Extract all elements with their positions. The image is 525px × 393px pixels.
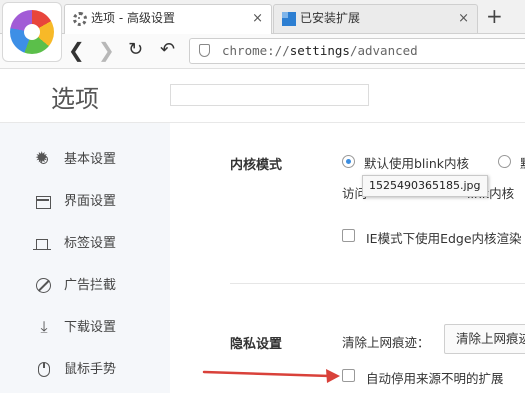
sidebar-item-tabs[interactable]: 标签设置	[0, 229, 170, 259]
settings-content: 内核模式 默认使用blink内核 默 访问 link内核 15254903651…	[170, 123, 525, 393]
tab-installed-extensions[interactable]: 已安装扩展 ×	[273, 4, 478, 33]
block-icon	[36, 278, 51, 293]
auto-disable-extensions-label: 自动停用来源不明的扩展	[366, 371, 504, 386]
browser-logo[interactable]	[2, 2, 62, 62]
annotation-arrow	[202, 369, 340, 383]
tab-label: 选项 - 高级设置	[91, 11, 175, 25]
page-title: 选项	[51, 85, 99, 113]
browser-logo-icon	[10, 10, 54, 54]
filename-tooltip: 1525490365185.jpg	[362, 175, 488, 197]
settings-header: 选项	[0, 69, 525, 123]
sidebar-item-label: 基本设置	[64, 152, 117, 167]
ie-edge-label: IE模式下使用Edge内核渲染	[366, 231, 522, 246]
close-icon[interactable]: ×	[252, 5, 263, 32]
shield-icon	[199, 44, 210, 57]
tab-label: 已安装扩展	[300, 11, 361, 25]
extension-icon	[282, 12, 296, 26]
radio-second-option[interactable]	[498, 155, 511, 168]
close-icon[interactable]: ×	[458, 5, 469, 32]
tab-icon	[33, 239, 51, 250]
clear-history-label: 清除上网痕迹：	[342, 335, 430, 350]
sidebar-item-download[interactable]: ⤓ 下载设置	[0, 313, 170, 343]
clear-history-button[interactable]: 清除上网痕迹	[444, 324, 525, 354]
option-second-label: 默	[520, 153, 525, 172]
toolbar: ❮ ❯ ↻ ↶ chrome://settings/advanced	[0, 34, 525, 69]
sun-icon	[35, 148, 48, 167]
reload-button[interactable]: ↻	[128, 37, 143, 63]
sidebar: 基本设置 界面设置 标签设置 广告拦截 ⤓ 下载设置 鼠标手势	[0, 123, 170, 393]
ie-edge-checkbox[interactable]	[342, 229, 355, 242]
sidebar-item-adblock[interactable]: 广告拦截	[0, 271, 170, 301]
address-bar[interactable]: chrome://settings/advanced	[189, 38, 525, 64]
search-input[interactable]	[170, 84, 369, 106]
tab-strip: 选项 - 高级设置 × 已安装扩展 × +	[0, 0, 525, 34]
tab-advanced-settings[interactable]: 选项 - 高级设置 ×	[64, 4, 272, 34]
sidebar-item-label: 广告拦截	[64, 278, 117, 293]
sidebar-item-basic[interactable]: 基本设置	[0, 145, 170, 175]
new-tab-button[interactable]: +	[486, 4, 503, 28]
back-button[interactable]: ❮	[68, 37, 85, 63]
section-divider	[230, 283, 525, 284]
window-icon	[36, 196, 51, 209]
mouse-icon	[38, 362, 50, 377]
sidebar-item-label: 下载设置	[64, 320, 117, 335]
undo-button[interactable]: ↶	[160, 37, 175, 63]
option-default-blink-label: 默认使用blink内核	[364, 156, 470, 171]
download-icon: ⤓	[40, 317, 48, 336]
gear-icon	[73, 12, 87, 26]
sidebar-item-interface[interactable]: 界面设置	[0, 187, 170, 217]
privacy-settings-title: 隐私设置	[230, 337, 283, 352]
kernel-mode-title: 内核模式	[230, 158, 283, 173]
sidebar-item-label: 标签设置	[64, 236, 117, 251]
url-text: chrome://settings/advanced	[222, 43, 418, 58]
forward-button[interactable]: ❯	[98, 37, 115, 63]
sidebar-item-label: 鼠标手势	[64, 362, 117, 377]
sidebar-item-mouse-gesture[interactable]: 鼠标手势	[0, 355, 170, 385]
radio-default-blink[interactable]	[342, 155, 355, 168]
sidebar-item-label: 界面设置	[64, 194, 117, 209]
